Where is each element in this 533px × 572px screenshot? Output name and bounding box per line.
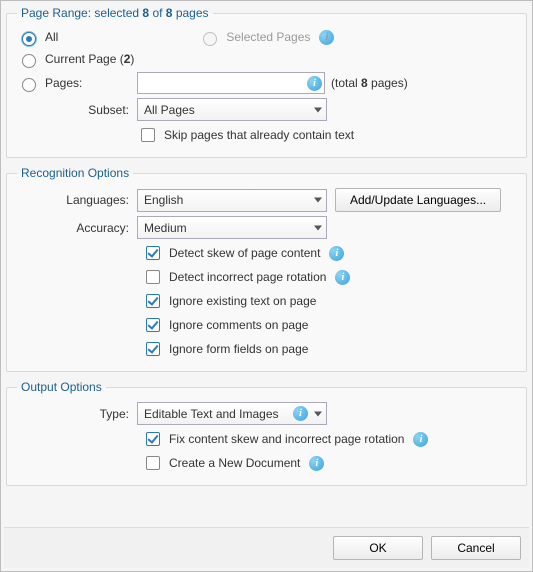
check-ignore-comments-label: Ignore comments on page [169, 318, 308, 332]
chevron-down-icon [314, 225, 322, 230]
check-detect-rotation[interactable]: Detect incorrect page rotation i [142, 267, 350, 287]
label-text: pages) [368, 76, 408, 90]
subset-value: All Pages [144, 103, 195, 117]
check-ignore-fields-label: Ignore form fields on page [169, 342, 308, 356]
check-ignore-text[interactable]: Ignore existing text on page [142, 291, 316, 311]
label-text: Current Page ( [45, 52, 124, 66]
check-ignore-fields[interactable]: Ignore form fields on page [142, 339, 308, 359]
legend-text: of [149, 6, 166, 20]
subset-label: Subset: [17, 103, 137, 117]
total-pages-text: (total 8 pages) [331, 76, 408, 90]
radio-all[interactable]: All [17, 29, 58, 46]
type-select[interactable]: Editable Text and Images i [137, 402, 327, 425]
languages-select[interactable]: English [137, 189, 327, 212]
total-count: 8 [361, 76, 368, 90]
check-skip-pages[interactable]: Skip pages that already contain text [137, 125, 354, 145]
info-icon[interactable]: i [319, 30, 334, 45]
radio-current-page-label: Current Page (2) [45, 52, 134, 66]
radio-all-label: All [45, 30, 58, 44]
check-detect-rotation-input[interactable] [146, 270, 160, 284]
dialog-content: Page Range: selected 8 of 8 pages All Se… [4, 4, 529, 527]
pages-input-wrap: i [137, 72, 325, 94]
check-ignore-comments-input[interactable] [146, 318, 160, 332]
label-text: (total [331, 76, 361, 90]
legend-text: Page Range: selected [21, 6, 142, 20]
radio-current-page[interactable]: Current Page (2) [17, 51, 134, 68]
radio-selected-pages: Selected Pages i [198, 29, 334, 46]
check-fix-skew[interactable]: Fix content skew and incorrect page rota… [142, 429, 428, 449]
radio-current-page-input[interactable] [22, 54, 36, 68]
output-group: Output Options Type: Editable Text and I… [6, 380, 527, 486]
check-new-doc-label: Create a New Document [169, 456, 300, 470]
check-fix-skew-label: Fix content skew and incorrect page rota… [169, 432, 404, 446]
check-detect-rotation-label: Detect incorrect page rotation [169, 270, 326, 284]
check-ignore-text-input[interactable] [146, 294, 160, 308]
output-legend: Output Options [17, 380, 106, 394]
accuracy-select[interactable]: Medium [137, 216, 327, 239]
radio-pages[interactable]: Pages: [17, 75, 87, 92]
chevron-down-icon [314, 198, 322, 203]
type-label: Type: [17, 407, 137, 421]
page-range-legend: Page Range: selected 8 of 8 pages [17, 6, 213, 20]
chevron-down-icon [314, 411, 322, 416]
info-icon[interactable]: i [307, 76, 322, 91]
radio-pages-input[interactable] [22, 78, 36, 92]
check-skip-pages-label: Skip pages that already contain text [164, 128, 354, 142]
legend-text: pages [172, 6, 208, 20]
add-update-languages-button[interactable]: Add/Update Languages... [335, 188, 501, 212]
ocr-dialog: Page Range: selected 8 of 8 pages All Se… [0, 0, 533, 572]
languages-label: Languages: [17, 193, 137, 207]
info-icon[interactable]: i [329, 246, 344, 261]
info-icon[interactable]: i [413, 432, 428, 447]
check-fix-skew-input[interactable] [146, 432, 160, 446]
chevron-down-icon [314, 107, 322, 112]
check-ignore-comments[interactable]: Ignore comments on page [142, 315, 308, 335]
info-icon[interactable]: i [335, 270, 350, 285]
recognition-group: Recognition Options Languages: English A… [6, 166, 527, 372]
label-text: ) [130, 52, 134, 66]
ok-button[interactable]: OK [333, 536, 423, 560]
radio-selected-pages-input [203, 32, 217, 46]
dialog-footer: OK Cancel [4, 527, 529, 568]
recognition-legend: Recognition Options [17, 166, 133, 180]
radio-pages-label: Pages: [45, 76, 82, 90]
accuracy-value: Medium [144, 221, 187, 235]
check-skip-pages-input[interactable] [141, 128, 155, 142]
info-icon[interactable]: i [309, 456, 324, 471]
subset-select[interactable]: All Pages [137, 98, 327, 121]
pages-input[interactable] [137, 72, 325, 94]
languages-value: English [144, 193, 183, 207]
accuracy-label: Accuracy: [17, 221, 137, 235]
check-ignore-text-label: Ignore existing text on page [169, 294, 316, 308]
cancel-button[interactable]: Cancel [431, 536, 521, 560]
info-icon[interactable]: i [293, 406, 308, 421]
check-detect-skew-label: Detect skew of page content [169, 246, 320, 260]
check-new-doc-input[interactable] [146, 456, 160, 470]
radio-all-input[interactable] [22, 32, 36, 46]
page-range-group: Page Range: selected 8 of 8 pages All Se… [6, 6, 527, 158]
check-detect-skew[interactable]: Detect skew of page content i [142, 243, 344, 263]
check-new-doc[interactable]: Create a New Document i [142, 453, 324, 473]
check-ignore-fields-input[interactable] [146, 342, 160, 356]
type-value: Editable Text and Images [144, 407, 279, 421]
check-detect-skew-input[interactable] [146, 246, 160, 260]
radio-selected-pages-label: Selected Pages [226, 30, 310, 44]
